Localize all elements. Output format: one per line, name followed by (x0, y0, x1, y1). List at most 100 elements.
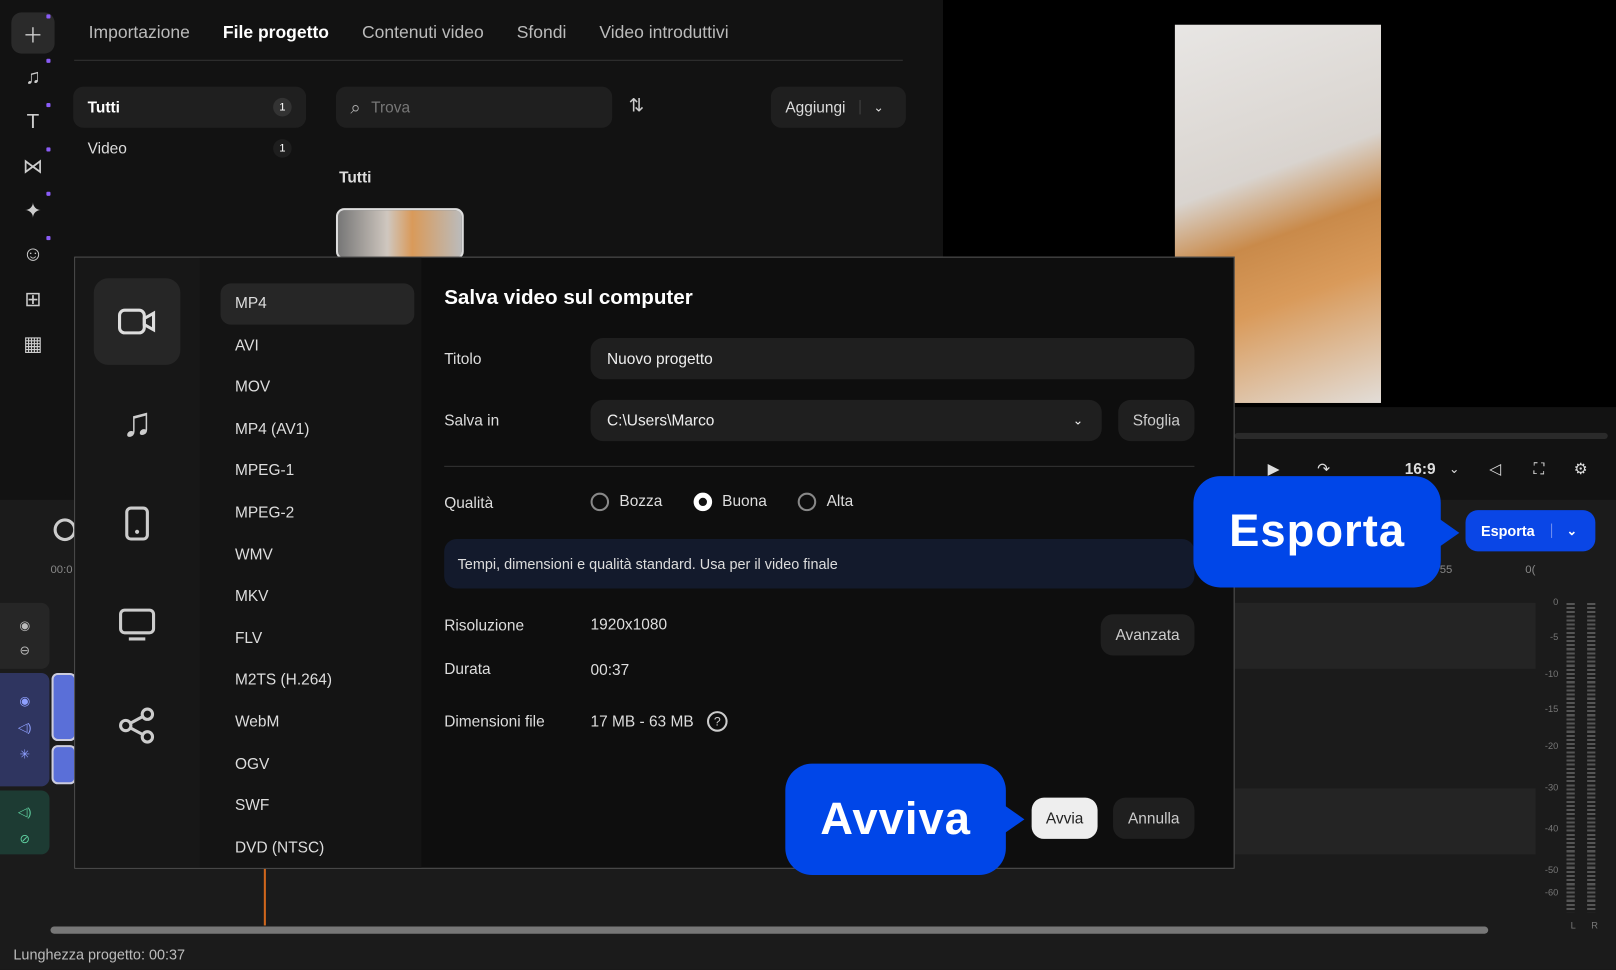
horizontal-scrollbar[interactable] (50, 926, 1489, 934)
video-camera-icon[interactable] (93, 278, 181, 365)
effects-icon[interactable]: ✳ (0, 741, 49, 768)
format-item[interactable]: MOV (221, 367, 415, 408)
category-count: 1 (273, 139, 292, 158)
tab-contenuti-video[interactable]: Contenuti video (362, 23, 484, 44)
export-target-sidebar: ♫ (75, 257, 200, 868)
category-video[interactable]: Video 1 (73, 136, 306, 161)
chevron-down-icon[interactable]: ⌄ (1449, 462, 1459, 476)
channel-label: R (1591, 920, 1598, 931)
sticker-icon[interactable]: ☺ (11, 234, 54, 275)
option-label: Buona (722, 492, 767, 511)
option-label: Alta (826, 492, 854, 511)
video-clip[interactable] (51, 672, 77, 742)
media-thumbnail[interactable] (335, 208, 464, 260)
divider (444, 465, 1195, 467)
format-item[interactable]: MKV (221, 576, 415, 617)
audio-meter: L R 0 -5 -10 -15 -20 -30 -40 -50 -60 (1544, 597, 1606, 943)
export-label: Esporta (1480, 522, 1535, 540)
cancel-button[interactable]: Annulla (1113, 797, 1195, 839)
save-in-dropdown[interactable]: C:\Users\Marco ⌄ (590, 399, 1102, 442)
channel-label: L (1570, 920, 1576, 931)
chevron-down-icon[interactable]: ⌄ (1551, 523, 1577, 538)
title-value: Nuovo progetto (607, 349, 713, 368)
eye-icon[interactable]: ◉ (0, 687, 49, 714)
track-header-overlay: ◉ ⊖ (0, 602, 50, 669)
volume-icon[interactable]: ◁) (0, 714, 49, 741)
transitions-icon[interactable]: ⋈ (11, 145, 54, 186)
dialog-title: Salva video sul computer (444, 286, 693, 310)
export-dialog: ♫ MP4 AVI MOV MP4 (AV1) MPEG-1 MPEG-2 WMV MKV FL… (74, 256, 1235, 869)
audio-clip[interactable] (51, 745, 77, 785)
volume-icon[interactable]: ◁ (1489, 460, 1501, 479)
browse-button[interactable]: Sfoglia (1118, 399, 1195, 442)
quality-option-buona[interactable]: Buona (693, 493, 767, 512)
quality-option-alta[interactable]: Alta (797, 492, 854, 512)
section-title: Tutti (339, 169, 372, 187)
seek-bar[interactable] (1234, 432, 1608, 440)
eye-icon[interactable]: ◉ (0, 613, 49, 638)
export-button[interactable]: Esporta ⌄ (1465, 510, 1596, 552)
start-button[interactable]: Avvia (1031, 797, 1098, 839)
meter-bar-right (1587, 602, 1596, 913)
category-tutti[interactable]: Tutti 1 (73, 86, 307, 128)
format-item[interactable]: MP4 (AV1) (221, 409, 415, 450)
apps-icon[interactable]: ▦ (11, 323, 54, 364)
link-icon[interactable]: ⊖ (0, 638, 49, 663)
format-item[interactable]: DVD (NTSC) (221, 827, 415, 867)
title-input[interactable]: Nuovo progetto (590, 338, 1195, 380)
fullscreen-icon[interactable]: ⛶ (1534, 460, 1545, 478)
chevron-down-icon[interactable]: ⌄ (859, 99, 884, 115)
radio-button-selected[interactable] (693, 492, 712, 512)
text-icon[interactable]: T (11, 101, 54, 142)
tv-icon[interactable] (94, 581, 181, 668)
format-item[interactable]: SWF (221, 786, 415, 827)
format-item[interactable]: WMV (221, 534, 415, 575)
category-count: 1 (273, 97, 292, 117)
format-item[interactable]: MPEG-2 (221, 493, 415, 534)
share-icon[interactable] (94, 682, 181, 769)
radio-button[interactable] (797, 492, 817, 512)
category-label: Tutti (87, 98, 120, 116)
toolbox-icon[interactable]: ⊞ (11, 278, 54, 319)
radio-button[interactable] (590, 492, 610, 512)
playhead[interactable] (263, 868, 266, 926)
meter-label: -5 (1550, 631, 1559, 643)
format-item[interactable]: FLV (221, 618, 415, 659)
format-item[interactable]: OGV (221, 744, 415, 785)
resolution-label: Risoluzione (444, 617, 525, 635)
unlink-icon[interactable]: ⊘ (0, 826, 49, 853)
format-item[interactable]: M2TS (H.264) (221, 660, 415, 701)
format-list: MP4 AVI MOV MP4 (AV1) MPEG-1 MPEG-2 WMV MKV FLV M… (199, 257, 422, 868)
callout-arrow (1003, 804, 1025, 834)
track-lane (1234, 602, 1536, 669)
music-icon[interactable]: ♫ (11, 57, 54, 98)
format-item[interactable]: MP4 (220, 283, 415, 325)
record-icon[interactable] (53, 518, 77, 542)
format-item[interactable]: WebM (221, 702, 415, 743)
volume-icon[interactable]: ◁) (0, 799, 49, 826)
duration-label: Durata (444, 660, 491, 679)
tab-file-progetto[interactable]: File progetto (223, 23, 329, 44)
meter-label: 0 (1553, 596, 1559, 608)
music-icon[interactable]: ♫ (94, 379, 181, 466)
tab-video-introduttivi[interactable]: Video introduttivi (599, 23, 728, 44)
aspect-ratio[interactable]: 16:9 (1405, 460, 1436, 478)
search-input[interactable]: ⌕ Trova (335, 86, 613, 128)
search-placeholder: Trova (371, 98, 411, 116)
advanced-button[interactable]: Avanzata (1100, 614, 1195, 656)
tab-importazione[interactable]: Importazione (89, 23, 190, 44)
format-item[interactable]: MPEG-1 (221, 451, 415, 492)
sort-icon[interactable]: ⇅ (629, 95, 645, 117)
effects-icon[interactable]: ✦ (11, 190, 54, 231)
tab-sfondi[interactable]: Sfondi (517, 23, 567, 44)
gear-icon[interactable]: ⚙ (1574, 460, 1588, 479)
quality-option-bozza[interactable]: Bozza (590, 492, 662, 512)
file-size-label: Dimensioni file (444, 713, 545, 731)
track-lane (1234, 788, 1536, 855)
format-item[interactable]: AVI (221, 325, 415, 366)
plus-icon[interactable]: ＋ (11, 12, 55, 54)
add-button[interactable]: Aggiungi ⌄ (770, 86, 906, 128)
project-length: Lunghezza progetto: 00:37 (13, 946, 186, 963)
help-icon[interactable]: ? (706, 711, 728, 732)
phone-icon[interactable] (94, 480, 181, 567)
